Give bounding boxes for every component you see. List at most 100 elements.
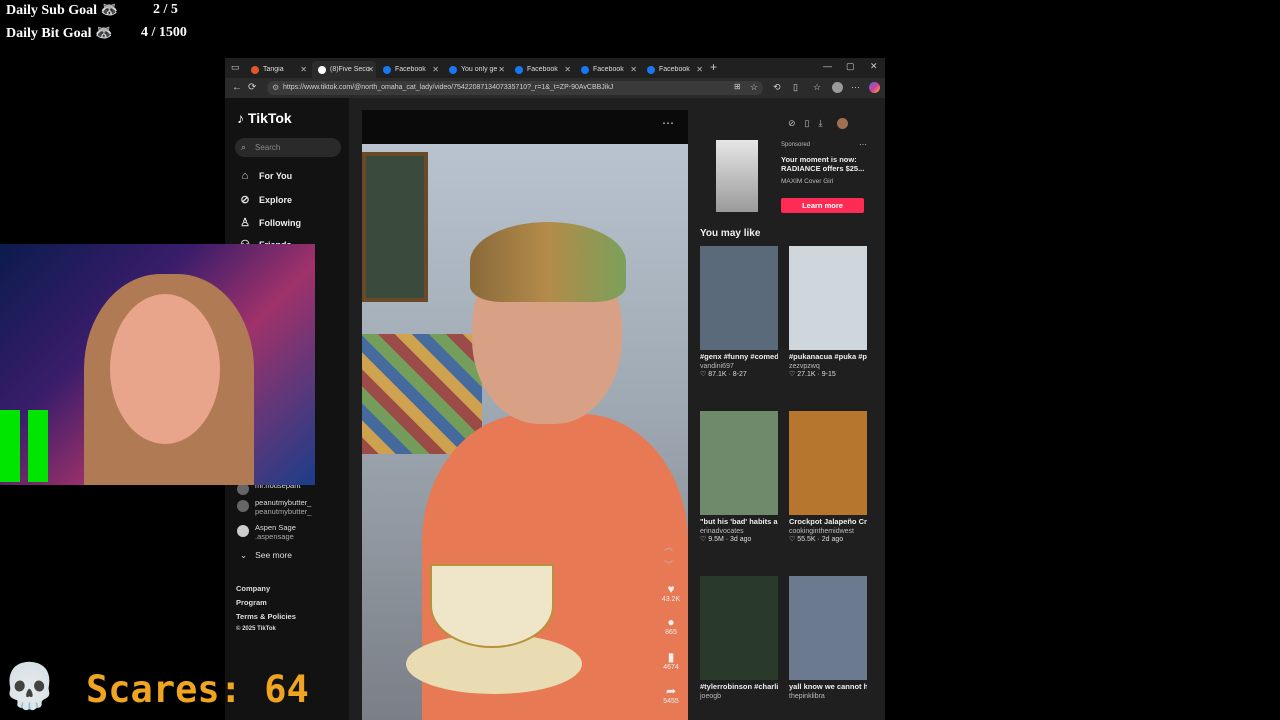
minimize-icon[interactable]: — <box>823 61 832 71</box>
suggested-video-card[interactable]: yall know we cannot have a movie night..… <box>789 576 867 700</box>
nav-for-you[interactable]: ⌂ For You <box>239 170 293 182</box>
video-player[interactable]: ⋯ ︿ ﹀ ♥ 43.2K ● 865 ▮ 4674 ➦ 5455 <box>362 110 688 720</box>
profile-avatar[interactable] <box>832 82 843 93</box>
like-count: 55.5K <box>797 536 816 543</box>
video-thumbnail[interactable] <box>700 576 778 680</box>
bit-goal-value: 4 / 1500 <box>141 25 187 40</box>
split-screen-icon[interactable]: ▯ <box>793 82 798 93</box>
you-may-like-heading: You may like <box>700 228 761 239</box>
video-caption: #genx #funny #comedy... <box>700 352 778 361</box>
browser-tab[interactable]: You only ge ✕ <box>443 61 507 78</box>
suggested-video-card[interactable]: "but his 'bad' habits are going to rub o… <box>700 411 778 543</box>
save-button[interactable]: ▮ 4674 <box>659 650 683 671</box>
browser-tab[interactable]: Facebook ✕ <box>641 61 705 78</box>
new-tab-button[interactable]: + <box>710 60 717 74</box>
tab-label: Facebook <box>659 66 690 73</box>
footer-program[interactable]: Program <box>236 598 267 607</box>
tiktok-logo[interactable]: ♪ TikTok <box>237 110 292 126</box>
star-icon[interactable]: ☆ <box>750 82 758 93</box>
tab-label: Facebook <box>593 66 624 73</box>
user-avatar[interactable] <box>837 118 849 129</box>
video-author[interactable]: cookinginthemidwest <box>789 528 867 535</box>
video-meta: ♡ 87.1K · 8-27 <box>700 370 778 378</box>
skull-icon: 💀 <box>2 662 57 711</box>
browser-tab[interactable]: Facebook ✕ <box>377 61 441 78</box>
ad-more-icon[interactable]: ⋯ <box>859 140 867 149</box>
video-author[interactable]: erinadvocates <box>700 528 778 535</box>
heart-icon: ♡ <box>700 371 709 378</box>
video-thumbnail[interactable] <box>700 246 778 350</box>
footer-terms[interactable]: Terms & Policies <box>236 612 296 621</box>
video-author[interactable]: thepinklibra <box>789 693 867 700</box>
comment-icon: ● <box>667 615 675 629</box>
tab-actions-icon[interactable]: ▭ <box>231 62 240 73</box>
scroll-down-icon[interactable]: ﹀ <box>664 558 673 571</box>
sub-goal-value: 2 / 5 <box>153 2 178 17</box>
footer-company[interactable]: Company <box>236 584 270 593</box>
video-thumbnail[interactable] <box>700 411 778 515</box>
app-icon[interactable]: ⊞ <box>734 82 741 91</box>
back-icon[interactable]: ← <box>232 82 242 93</box>
scroll-up-icon[interactable]: ︿ <box>664 540 673 553</box>
scares-label: Scares: <box>86 668 242 711</box>
extension-icon[interactable]: ⟲ <box>773 82 781 93</box>
close-window-icon[interactable]: ✕ <box>870 61 878 72</box>
compass-icon: ⊘ <box>240 194 250 206</box>
copilot-icon[interactable] <box>869 82 880 93</box>
suggested-video-card[interactable]: #pukanacua #puka #pukanacuaformvp... zezv… <box>789 246 867 378</box>
video-tools: ⊘ ▯ ⤓ <box>788 118 849 129</box>
download-icon[interactable]: ⤓ <box>819 118 823 129</box>
menu-dots-icon[interactable]: ⋯ <box>851 82 860 93</box>
video-author[interactable]: vandini697 <box>700 363 778 370</box>
tab-label: You only ge <box>461 66 498 73</box>
close-tab-icon[interactable]: ✕ <box>432 65 439 74</box>
see-more-button[interactable]: ⌄ See more <box>240 551 292 560</box>
url-field[interactable]: ⚙ https://www.tiktok.com/@north_omaha_ca… <box>267 81 763 95</box>
followed-account[interactable]: peanutmybutter_ peanutmybutter_ <box>237 498 311 516</box>
favorites-icon[interactable]: ☆ <box>813 82 821 93</box>
like-button[interactable]: ♥ 43.2K <box>659 582 683 603</box>
browser-tab[interactable]: Tangia ✕ <box>245 61 309 78</box>
home-icon: ⌂ <box>241 170 249 182</box>
browser-tab[interactable]: Facebook ✕ <box>509 61 573 78</box>
maximize-icon[interactable]: ▢ <box>846 61 855 72</box>
tab-label: Tangia <box>263 66 284 73</box>
close-tab-icon[interactable]: ✕ <box>300 65 307 74</box>
close-tab-icon[interactable]: ✕ <box>367 65 374 74</box>
video-author[interactable]: zezvpzwq <box>789 363 867 370</box>
refresh-icon[interactable]: ⟳ <box>248 82 256 93</box>
meter-bar <box>28 410 48 482</box>
more-options-icon[interactable]: ⋯ <box>662 116 674 130</box>
close-tab-icon[interactable]: ✕ <box>696 65 703 74</box>
close-tab-icon[interactable]: ✕ <box>630 65 637 74</box>
phone-icon[interactable]: ▯ <box>805 118 810 129</box>
no-icon[interactable]: ⊘ <box>788 118 796 129</box>
search-input[interactable]: ⌕ Search <box>235 138 341 157</box>
close-tab-icon[interactable]: ✕ <box>498 65 505 74</box>
nav-explore[interactable]: ⊘ Explore <box>239 193 292 206</box>
ad-image[interactable] <box>716 140 758 212</box>
heart-icon: ♡ <box>700 536 709 543</box>
browser-tab[interactable]: (8)Five Seco ✕ <box>312 61 376 78</box>
post-date: 2d ago <box>821 536 844 543</box>
share-button[interactable]: ➦ 5455 <box>659 684 683 705</box>
suggested-video-card[interactable]: Crockpot Jalapeño Crack Chicken... cookin… <box>789 411 867 543</box>
scares-counter: Scares: 64 <box>86 668 309 711</box>
comment-button[interactable]: ● 865 <box>659 615 683 636</box>
close-tab-icon[interactable]: ✕ <box>564 65 571 74</box>
right-column: ⊘ ▯ ⤓ Sponsored ⋯ Your moment is now: RA… <box>700 110 885 720</box>
suggested-video-card[interactable]: #tylerrobinson #charliekirk joeogb <box>700 576 778 700</box>
video-thumbnail[interactable] <box>789 246 867 350</box>
site-info-icon[interactable]: ⚙ <box>272 81 279 95</box>
video-thumbnail[interactable] <box>789 411 867 515</box>
browser-tab[interactable]: Facebook ✕ <box>575 61 639 78</box>
quilt <box>362 334 482 454</box>
video-thumbnail[interactable] <box>789 576 867 680</box>
nav-following[interactable]: ♙ Following <box>239 216 301 229</box>
sub-goal-label: Daily Sub Goal 🦝 <box>6 3 118 18</box>
suggested-video-card[interactable]: #genx #funny #comedy... vandini697♡ 87.1K… <box>700 246 778 378</box>
video-author[interactable]: joeogb <box>700 693 778 700</box>
learn-more-button[interactable]: Learn more <box>781 198 864 213</box>
followed-account[interactable]: Aspen Sage .aspensage <box>237 523 296 541</box>
tab-favicon-icon <box>383 65 391 74</box>
